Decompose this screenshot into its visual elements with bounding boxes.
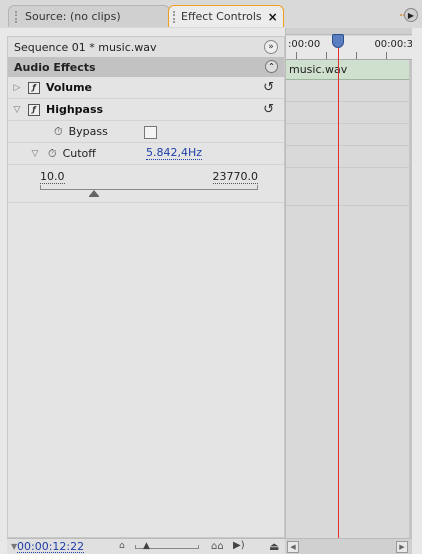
timeline-row	[286, 102, 412, 124]
cutoff-slider-area: 10.0 23770.0	[8, 165, 284, 203]
timeline-row	[286, 146, 412, 168]
fx-toggle-icon[interactable]: ƒ	[28, 81, 40, 94]
bypass-label: Bypass	[68, 125, 108, 138]
horizontal-scrollbar[interactable]: ◀ ▶	[285, 538, 412, 554]
bypass-checkbox[interactable]	[144, 126, 157, 139]
export-icon[interactable]: ⏏	[269, 540, 279, 553]
show-timeline-toggle-icon[interactable]: »	[264, 40, 278, 54]
collapse-triangle-icon[interactable]: ▽	[12, 105, 22, 115]
collapse-triangle-icon[interactable]: ▽	[30, 149, 40, 159]
ruler-tick	[386, 52, 387, 59]
zoom-bar[interactable]	[286, 28, 412, 35]
tab-effect-controls-label: Effect Controls	[181, 10, 262, 23]
zoom-slider-thumb[interactable]: ▲	[143, 541, 150, 551]
scroll-right-icon[interactable]: ▶	[396, 541, 408, 553]
timeline-rows	[286, 80, 412, 206]
timecode-menu-icon[interactable]: ▼	[11, 542, 17, 551]
effect-row-highpass[interactable]: ▽ ƒ Highpass ↺	[8, 99, 284, 121]
panel-tab-bar: Source: (no clips) Effect Controls × ▶	[0, 0, 422, 28]
tab-effect-controls[interactable]: Effect Controls ×	[168, 5, 284, 27]
reset-icon[interactable]: ↺	[263, 102, 274, 117]
sequence-label: Sequence 01 * music.wav	[14, 40, 157, 54]
param-row-bypass: ⏱ Bypass	[8, 121, 284, 143]
ruler-tick	[356, 52, 357, 59]
close-icon[interactable]: ×	[268, 10, 278, 24]
timeline-row	[286, 80, 412, 102]
audio-effects-header: Audio Effects ⌃	[8, 57, 284, 77]
time-ruler[interactable]: :00:00 00:00:3	[286, 28, 412, 60]
tab-grip-icon	[173, 10, 177, 23]
tab-grip-icon	[15, 10, 19, 23]
param-row-cutoff: ▽ ⏱ Cutoff 5.842,4Hz	[8, 143, 284, 165]
effect-row-volume[interactable]: ▷ ƒ Volume ↺	[8, 77, 284, 99]
cutoff-slider-thumb[interactable]	[88, 190, 99, 198]
clip-bar[interactable]: music.wav	[286, 60, 410, 80]
reset-icon[interactable]: ↺	[263, 80, 274, 95]
slider-min-label: 10.0	[40, 170, 65, 184]
zoom-in-icon[interactable]: ⌂⌂	[211, 541, 224, 552]
cutoff-slider-track[interactable]	[40, 185, 258, 190]
effect-timeline: :00:00 00:00:3 music.wav	[285, 28, 412, 538]
expand-triangle-icon[interactable]: ▷	[12, 83, 22, 93]
play-audio-icon[interactable]: ▶)	[233, 540, 245, 551]
time-end: 00:00:3	[374, 39, 412, 50]
time-start: :00:00	[288, 39, 321, 50]
section-title: Audio Effects	[14, 60, 96, 74]
effect-name-highpass: Highpass	[46, 103, 104, 116]
effect-name-volume: Volume	[46, 81, 92, 94]
panel-menu-button[interactable]: ▶	[400, 6, 418, 24]
timeline-row	[286, 124, 412, 146]
playhead-line[interactable]	[338, 48, 339, 538]
sequence-header: Sequence 01 * music.wav »	[8, 37, 284, 57]
current-timecode[interactable]: 00:00:12:22	[17, 541, 85, 553]
zoom-out-icon[interactable]: ⌂	[119, 541, 125, 551]
stopwatch-icon[interactable]: ⏱	[54, 125, 63, 139]
collapse-icon[interactable]: ⌃	[265, 60, 278, 73]
scroll-left-icon[interactable]: ◀	[287, 541, 299, 553]
stopwatch-icon[interactable]: ⏱	[48, 147, 57, 161]
slider-max-label: 23770.0	[212, 170, 258, 184]
bottom-toolbar: ▼ 00:00:12:22 ⌂ ▲ ⌂⌂ ▶) ⏏	[7, 538, 285, 554]
ruler-tick	[296, 52, 297, 59]
playhead-handle[interactable]	[332, 34, 344, 48]
tab-source-label: Source: (no clips)	[25, 10, 121, 23]
ruler-tick	[326, 52, 327, 59]
timeline-row	[286, 168, 412, 206]
cutoff-label: Cutoff	[62, 147, 96, 160]
cutoff-value[interactable]: 5.842,4Hz	[146, 147, 203, 160]
panel-menu-icon: ▶	[404, 8, 418, 22]
tab-source[interactable]: Source: (no clips)	[8, 5, 170, 27]
effect-controls-panel: Sequence 01 * music.wav » Audio Effects …	[7, 36, 285, 538]
panel-edge	[412, 28, 422, 554]
fx-toggle-icon[interactable]: ƒ	[28, 103, 40, 116]
